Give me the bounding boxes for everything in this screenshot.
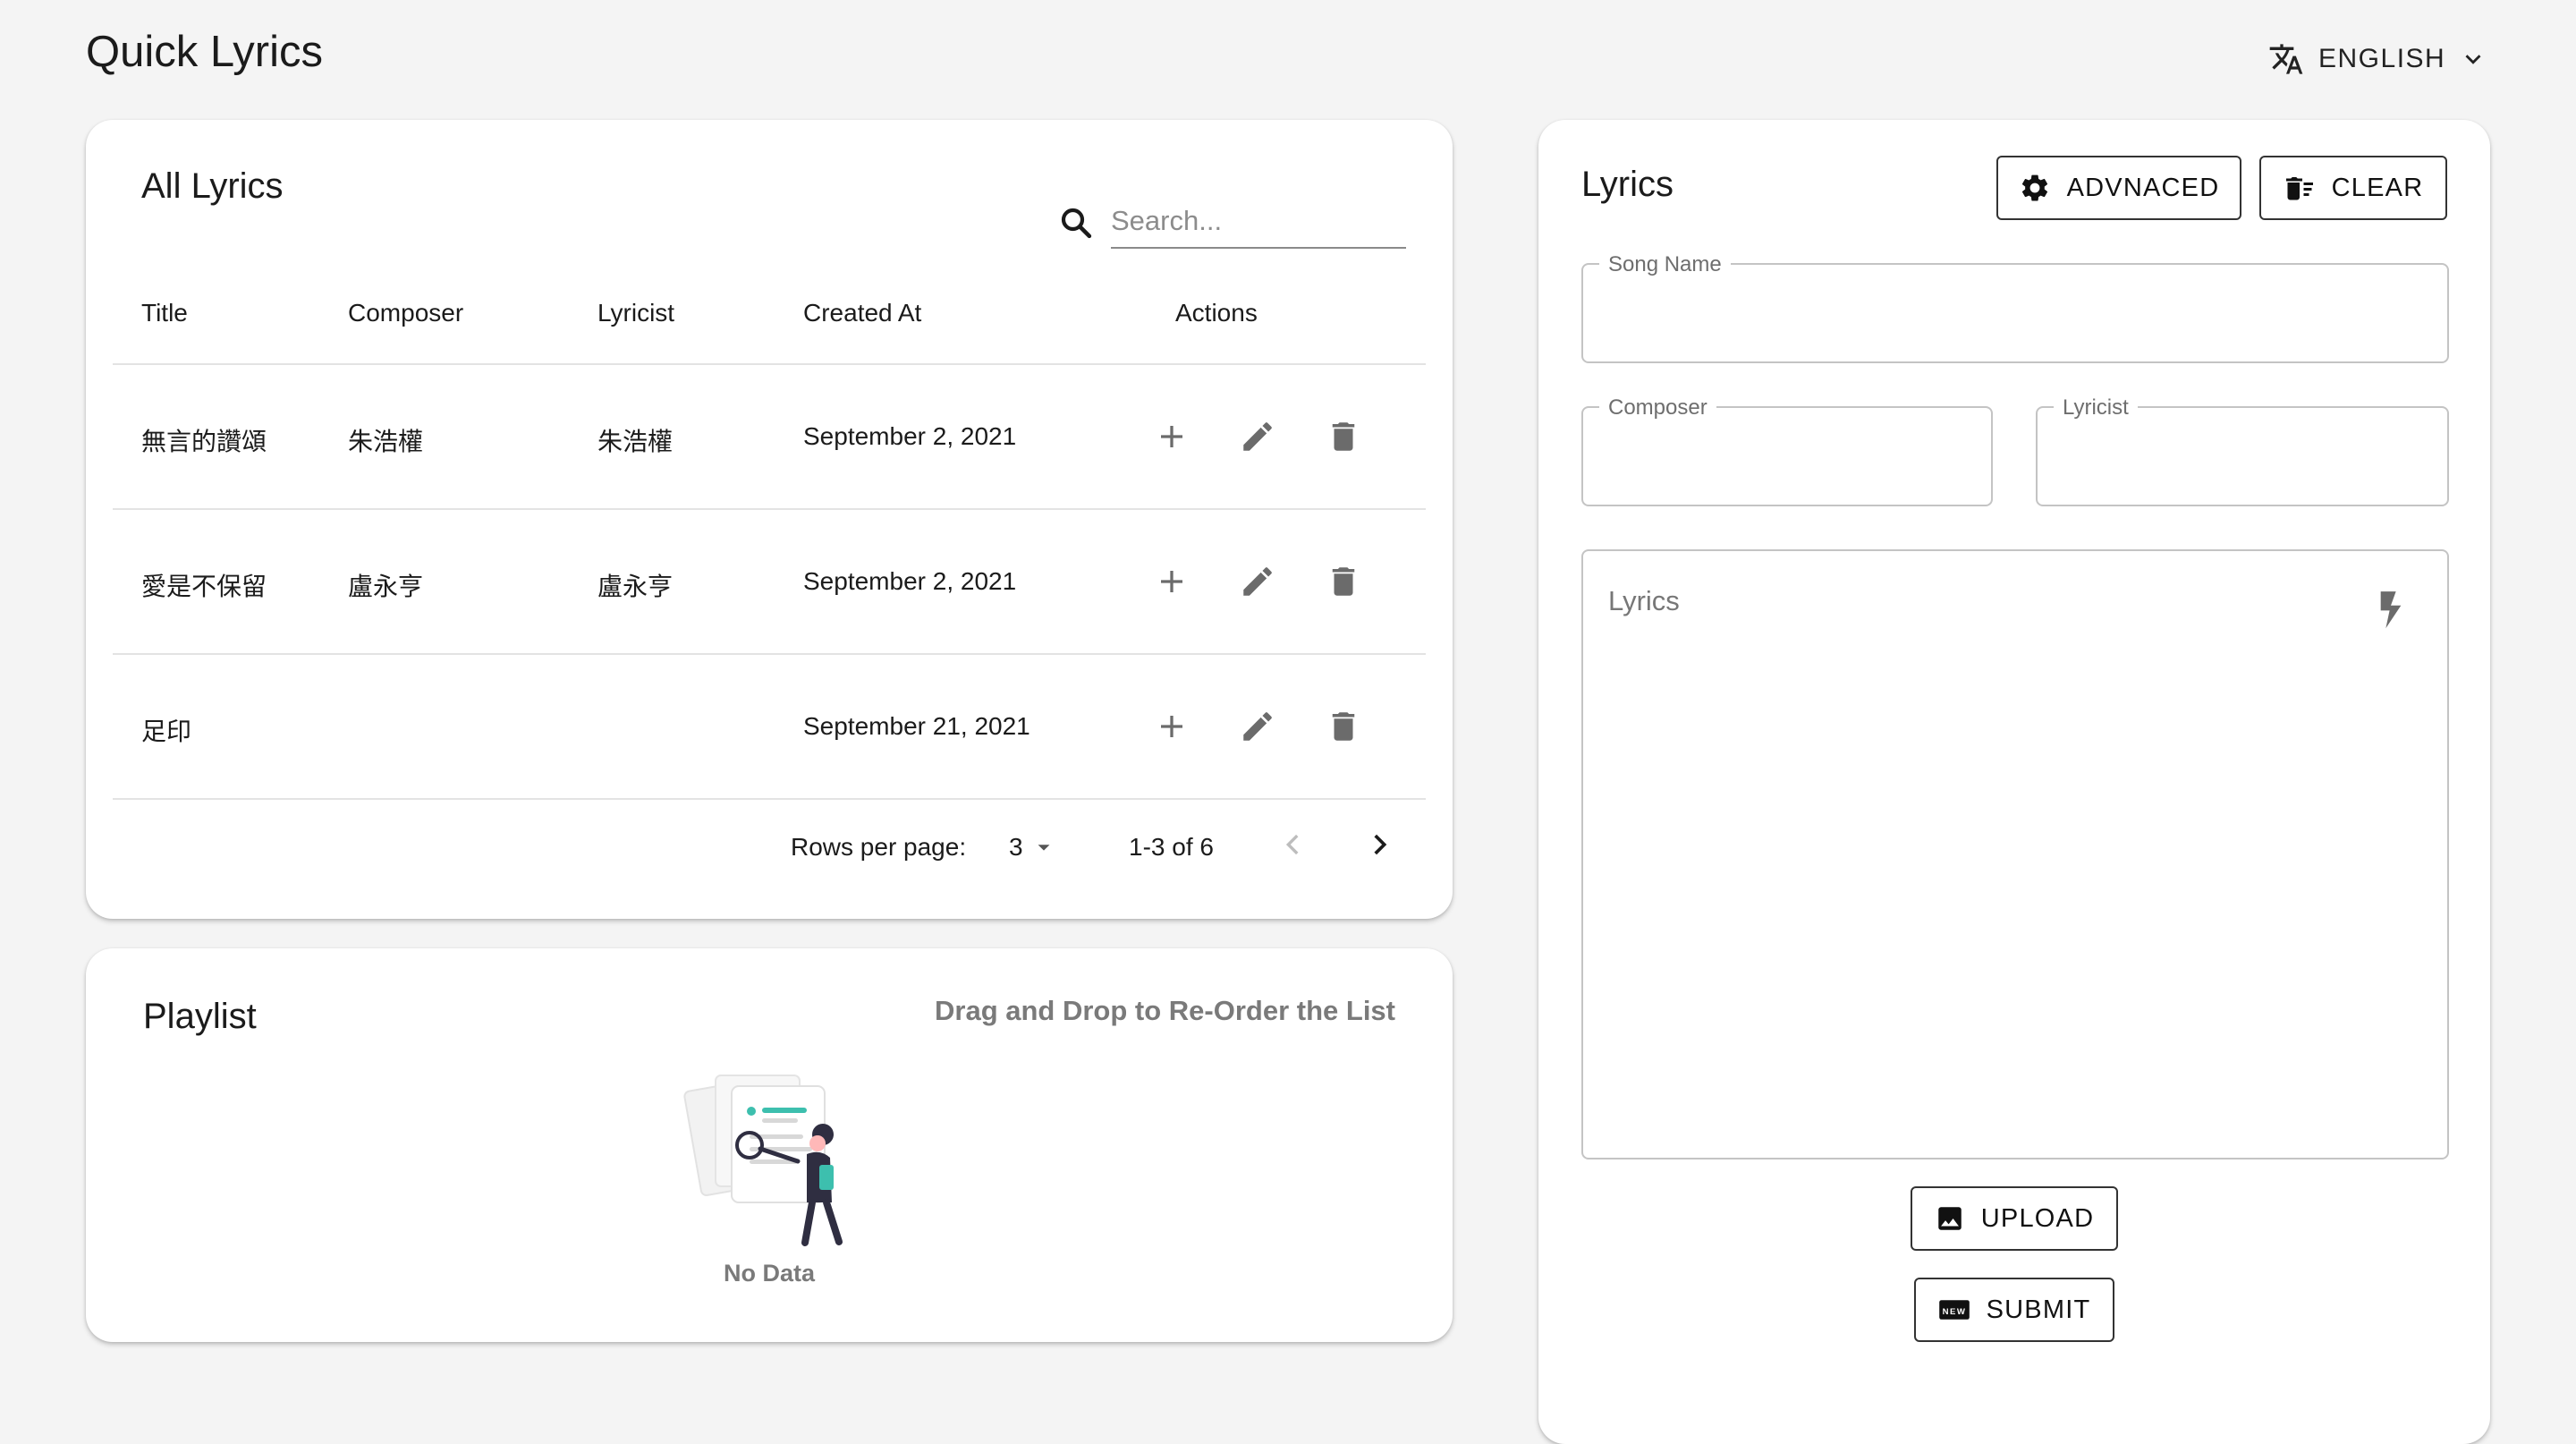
column-header-created-at[interactable]: Created At — [803, 299, 921, 327]
column-header-lyricist[interactable]: Lyricist — [597, 299, 674, 327]
add-to-playlist-button[interactable] — [1147, 412, 1197, 462]
song-name-field[interactable]: Song Name — [1581, 252, 2449, 363]
plus-icon — [1161, 426, 1182, 447]
lyricist-field[interactable]: Lyricist — [2036, 395, 2449, 506]
clear-button[interactable]: CLEAR — [2259, 156, 2447, 220]
trash-icon — [1332, 422, 1355, 451]
app-title: Quick Lyrics — [86, 28, 324, 76]
row-title: 愛是不保留 — [141, 573, 267, 600]
row-divider — [113, 653, 1426, 655]
edit-button[interactable] — [1233, 412, 1283, 462]
search-box — [1057, 195, 1492, 249]
lyrics-list-title: All Lyrics — [141, 166, 284, 206]
chevron-down-icon — [2465, 55, 2481, 64]
search-icon — [1061, 208, 1092, 239]
trash-icon — [1332, 567, 1355, 596]
submit-button[interactable]: NEW SUBMIT — [1914, 1278, 2114, 1342]
new-badge-icon: NEW — [1938, 1300, 1970, 1320]
row-created-at: September 21, 2021 — [803, 712, 1030, 740]
row-created-at: September 2, 2021 — [803, 567, 1017, 595]
language-selector[interactable]: ENGLISH — [2268, 41, 2487, 77]
search-input[interactable] — [1111, 195, 1406, 249]
row-title: 無言的讚頌 — [141, 428, 267, 455]
column-header-actions: Actions — [1175, 299, 1258, 327]
upload-button[interactable]: UPLOAD — [1911, 1186, 2118, 1251]
empty-state-illustration — [683, 1075, 843, 1246]
column-header-composer[interactable]: Composer — [348, 299, 463, 327]
advanced-button-label: ADVNACED — [2066, 173, 2220, 202]
playlist-card: Playlist Drag and Drop to Re-Order the L… — [86, 948, 1453, 1342]
pencil-icon — [1243, 422, 1272, 451]
clear-all-icon — [2285, 177, 2313, 200]
row-divider — [113, 508, 1426, 510]
translate-icon — [2269, 44, 2303, 74]
lyrics-editor-card: Lyrics ADVNACED CLEAR Song Name Composer… — [1538, 120, 2490, 1444]
submit-button-label: SUBMIT — [1986, 1295, 2091, 1324]
lyrics-list-card: All Lyrics Title Composer Lyricist Creat… — [86, 120, 1453, 919]
svg-text:NEW: NEW — [1942, 1307, 1966, 1317]
row-created-at: September 2, 2021 — [803, 422, 1017, 450]
advanced-button[interactable]: ADVNACED — [1996, 156, 2241, 220]
rows-per-page-select[interactable]: 3 — [1009, 833, 1054, 862]
pencil-icon — [1243, 567, 1272, 596]
editor-title: Lyrics — [1581, 165, 1674, 204]
edit-button[interactable] — [1233, 701, 1283, 752]
empty-state-text: No Data — [723, 1260, 815, 1287]
plus-icon — [1161, 716, 1182, 737]
delete-button[interactable] — [1318, 412, 1368, 462]
pagination-range: 1-3 of 6 — [1129, 833, 1214, 861]
add-to-playlist-button[interactable] — [1147, 556, 1197, 607]
composer-label: Composer — [1599, 395, 1716, 420]
rows-per-page-value: 3 — [1009, 833, 1023, 861]
row-lyricist: 朱浩權 — [597, 428, 674, 455]
lyricist-label: Lyricist — [2054, 395, 2138, 420]
edit-button[interactable] — [1233, 556, 1283, 607]
song-name-label: Song Name — [1599, 252, 1731, 277]
next-page-button[interactable] — [1354, 820, 1404, 870]
row-divider — [113, 798, 1426, 800]
lyrics-textarea[interactable]: Lyrics — [1581, 549, 2449, 1159]
lyrics-placeholder: Lyrics — [1608, 585, 1680, 616]
upload-button-label: UPLOAD — [1980, 1203, 2095, 1233]
rows-per-page-label: Rows per page: — [791, 833, 967, 861]
playlist-hint: Drag and Drop to Re-Order the List — [935, 995, 1395, 1026]
caret-down-icon — [1038, 845, 1049, 851]
delete-button[interactable] — [1318, 556, 1368, 607]
row-composer: 朱浩權 — [348, 428, 424, 455]
gear-icon — [2021, 174, 2047, 201]
header-divider — [113, 363, 1426, 365]
plus-icon — [1161, 571, 1182, 592]
previous-page-button[interactable] — [1268, 820, 1318, 870]
language-label: ENGLISH — [2318, 44, 2446, 73]
composer-field[interactable]: Composer — [1581, 395, 1993, 506]
add-to-playlist-button[interactable] — [1147, 701, 1197, 752]
playlist-title: Playlist — [143, 997, 257, 1036]
delete-button[interactable] — [1318, 701, 1368, 752]
row-title: 足印 — [141, 718, 192, 745]
row-composer: 盧永亨 — [348, 573, 424, 600]
clear-button-label: CLEAR — [2331, 173, 2424, 202]
pencil-icon — [1243, 712, 1272, 741]
trash-icon — [1332, 712, 1355, 741]
row-lyricist: 盧永亨 — [597, 573, 674, 600]
chevron-right-icon — [1374, 834, 1387, 855]
image-icon — [1938, 1207, 1962, 1230]
flash-icon[interactable] — [2376, 589, 2406, 630]
chevron-left-icon — [1285, 834, 1299, 855]
column-header-title[interactable]: Title — [141, 299, 188, 327]
